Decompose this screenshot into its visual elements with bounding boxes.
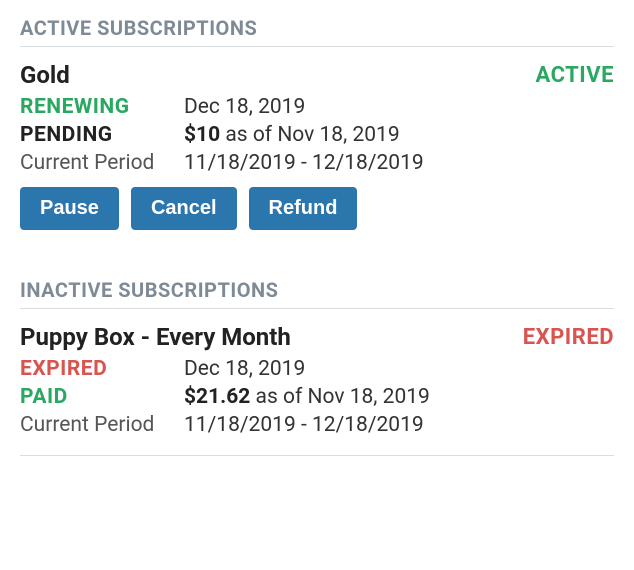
subscription-header-row: Gold ACTIVE bbox=[20, 61, 614, 89]
current-period-value: 11/18/2019 - 12/18/2019 bbox=[184, 413, 424, 437]
renewing-label: RENEWING bbox=[20, 95, 184, 119]
pending-amount: $10 bbox=[184, 123, 220, 147]
paid-asof: as of Nov 18, 2019 bbox=[250, 385, 430, 409]
subscription-inactive: Puppy Box - Every Month EXPIRED EXPIRED … bbox=[20, 323, 614, 437]
status-badge-expired: EXPIRED bbox=[523, 325, 614, 350]
current-period-value: 11/18/2019 - 12/18/2019 bbox=[184, 151, 424, 175]
renewing-row: RENEWING Dec 18, 2019 bbox=[20, 95, 614, 119]
expired-row: EXPIRED Dec 18, 2019 bbox=[20, 357, 614, 381]
inactive-subscriptions-header: INACTIVE SUBSCRIPTIONS bbox=[20, 278, 614, 309]
pending-value: $10 as of Nov 18, 2019 bbox=[184, 123, 400, 147]
subscription-active: Gold ACTIVE RENEWING Dec 18, 2019 PENDIN… bbox=[20, 61, 614, 230]
renewing-date: Dec 18, 2019 bbox=[184, 95, 305, 119]
status-badge-active: ACTIVE bbox=[536, 63, 615, 88]
refund-button[interactable]: Refund bbox=[249, 187, 358, 230]
current-period-row: Current Period 11/18/2019 - 12/18/2019 bbox=[20, 151, 614, 175]
paid-label: PAID bbox=[20, 385, 184, 409]
subscription-title: Puppy Box - Every Month bbox=[20, 323, 291, 351]
subscription-title: Gold bbox=[20, 61, 70, 89]
paid-amount: $21.62 bbox=[184, 385, 250, 409]
paid-row: PAID $21.62 as of Nov 18, 2019 bbox=[20, 385, 614, 409]
bottom-divider bbox=[20, 455, 614, 456]
expired-date: Dec 18, 2019 bbox=[184, 357, 305, 381]
pause-button[interactable]: Pause bbox=[20, 187, 119, 230]
current-period-label: Current Period bbox=[20, 413, 184, 437]
pending-label: PENDING bbox=[20, 123, 184, 147]
pending-row: PENDING $10 as of Nov 18, 2019 bbox=[20, 123, 614, 147]
action-buttons: Pause Cancel Refund bbox=[20, 187, 614, 230]
current-period-label: Current Period bbox=[20, 151, 184, 175]
cancel-button[interactable]: Cancel bbox=[131, 187, 237, 230]
expired-label: EXPIRED bbox=[20, 357, 184, 381]
active-subscriptions-header: ACTIVE SUBSCRIPTIONS bbox=[20, 16, 614, 47]
current-period-row: Current Period 11/18/2019 - 12/18/2019 bbox=[20, 413, 614, 437]
paid-value: $21.62 as of Nov 18, 2019 bbox=[184, 385, 430, 409]
subscription-header-row: Puppy Box - Every Month EXPIRED bbox=[20, 323, 614, 351]
pending-asof: as of Nov 18, 2019 bbox=[220, 123, 400, 147]
